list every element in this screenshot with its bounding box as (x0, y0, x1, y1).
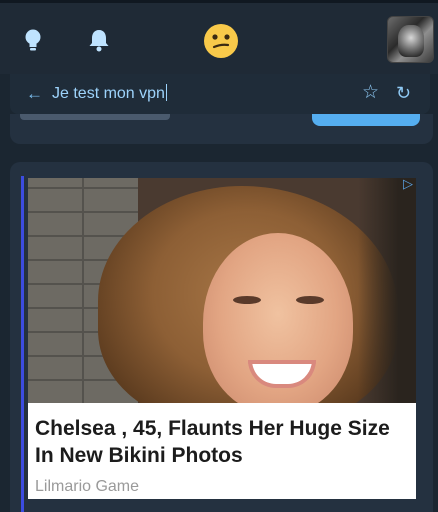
arrow-left-icon[interactable]: ← (26, 85, 43, 103)
address-bar: ← Je test mon vpn ☆ ↻ (10, 74, 430, 114)
page-title-input[interactable]: Je test mon vpn (52, 84, 167, 104)
previous-card-text (20, 114, 170, 120)
ad-indicator-line (21, 176, 24, 512)
ad-text-box[interactable]: Chelsea , 45, Flaunts Her Huge Size In N… (28, 403, 416, 499)
eye-right (296, 296, 324, 304)
page-title-text: Je test mon vpn (52, 85, 165, 102)
lightbulb-icon[interactable] (20, 27, 46, 55)
shadow (358, 178, 416, 403)
eye-left (233, 296, 261, 304)
previous-card-button[interactable] (312, 114, 420, 126)
top-toolbar (0, 0, 438, 74)
bell-icon[interactable] (86, 27, 112, 55)
text-cursor (165, 84, 167, 101)
smiley-icon[interactable] (203, 23, 239, 59)
ad-headline[interactable]: Chelsea , 45, Flaunts Her Huge Size In N… (35, 415, 413, 469)
adchoices-icon[interactable]: ▷ (400, 176, 416, 192)
previous-card (10, 114, 433, 144)
ad-sponsor: Lilmario Game (35, 478, 140, 495)
reload-icon[interactable]: ↻ (396, 83, 411, 103)
star-icon[interactable]: ☆ (362, 83, 379, 103)
profile-avatar[interactable] (387, 16, 434, 63)
ad-image[interactable] (28, 178, 416, 403)
